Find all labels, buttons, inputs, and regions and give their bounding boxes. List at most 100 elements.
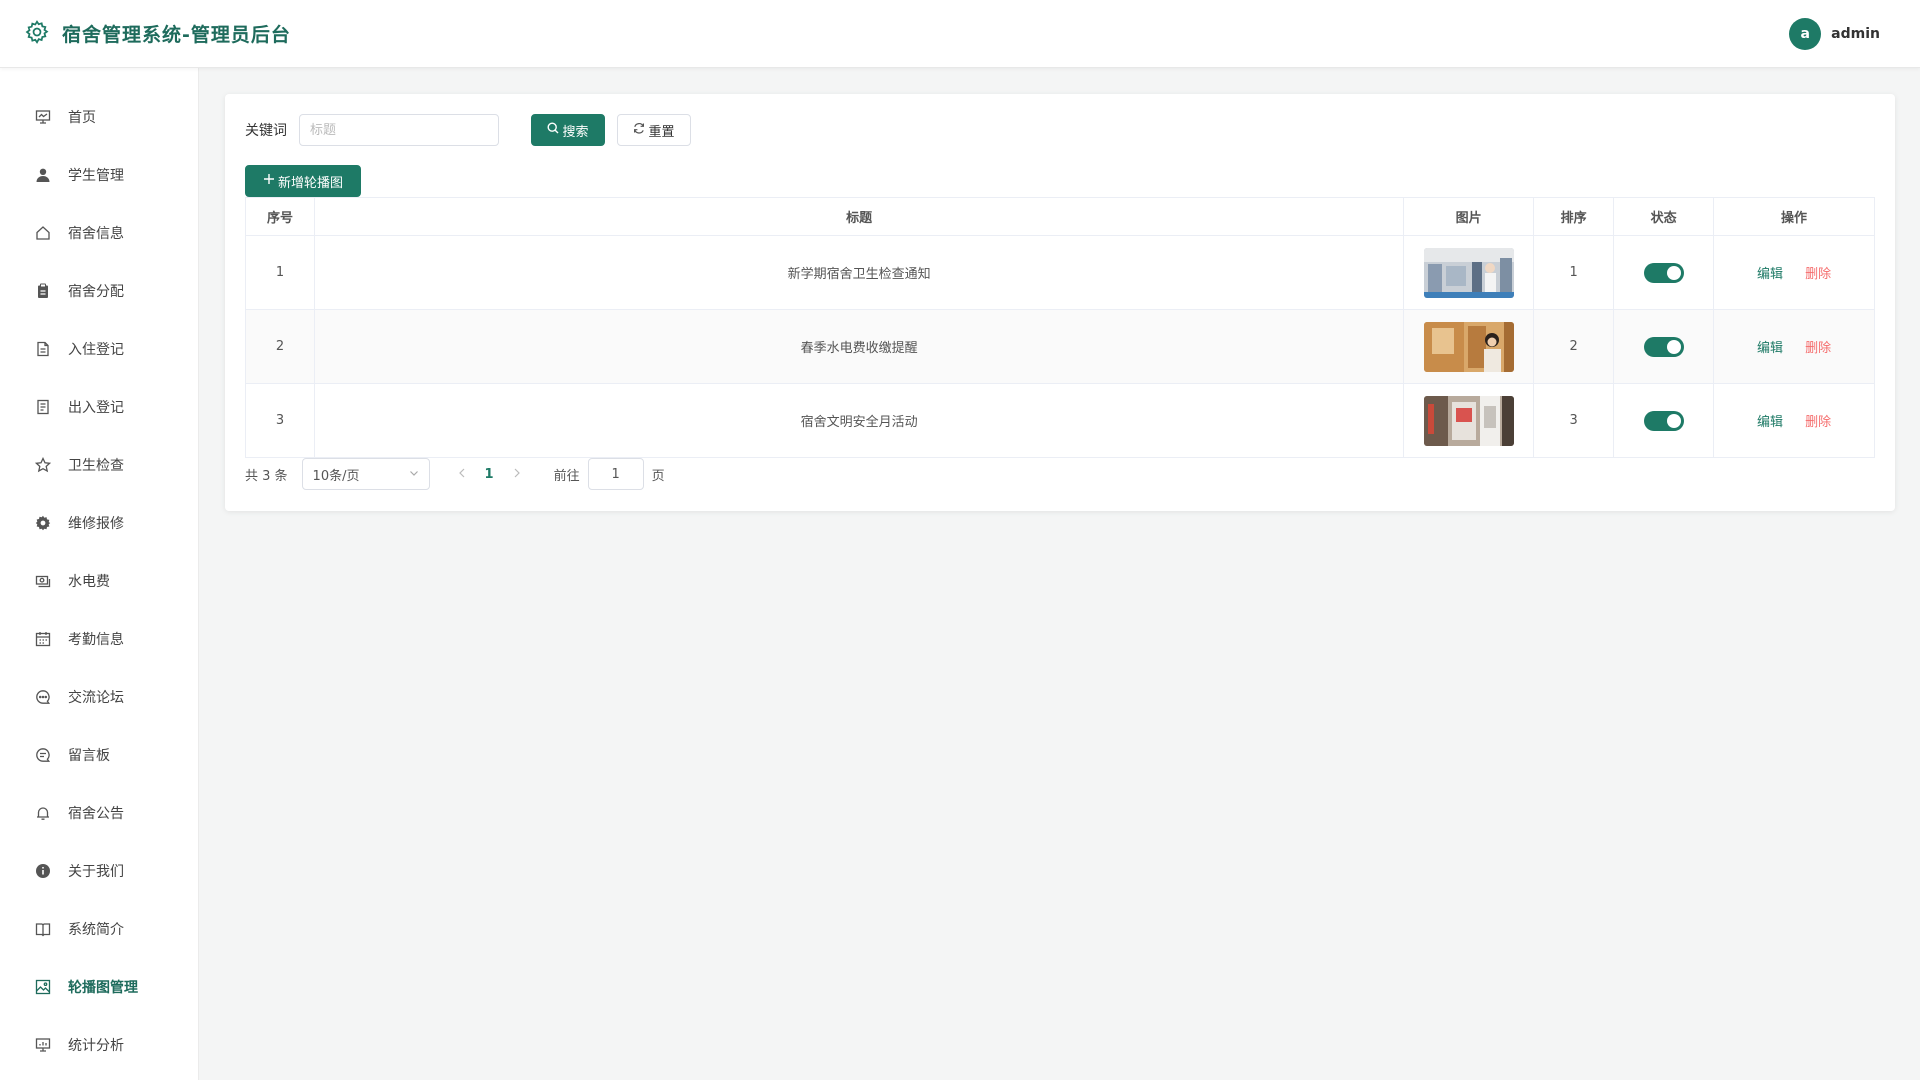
keyword-input[interactable] <box>299 114 499 146</box>
actions-cell: 编辑 删除 <box>1713 383 1875 458</box>
sidebar-item-dorm-assign[interactable]: 宿舍分配 <box>0 262 198 320</box>
search-button[interactable]: 搜索 <box>531 114 605 146</box>
column-header: 状态 <box>1613 197 1715 236</box>
toggle-knob <box>1666 339 1681 354</box>
chevron-down-icon <box>409 467 419 482</box>
sidebar-item-label: 入住登记 <box>68 342 124 358</box>
reset-button[interactable]: 重置 <box>617 114 691 146</box>
chat-icon <box>34 746 52 764</box>
status-toggle[interactable] <box>1643 262 1684 283</box>
sidebar: 首页 学生管理 宿舍信息 宿舍分配 入住登记 出入登记 卫生检查 维修报修 水电… <box>0 68 199 1080</box>
bell-icon <box>34 804 52 822</box>
goto-label: 前往 <box>553 468 580 484</box>
brand: 宿舍管理系统-管理员后台 <box>24 19 291 49</box>
column-header: 序号 <box>245 197 315 236</box>
page-number-current[interactable]: 1 <box>485 467 494 482</box>
next-page-button[interactable] <box>513 466 521 482</box>
presentation-icon <box>34 108 52 126</box>
delete-button[interactable]: 删除 <box>1805 415 1831 430</box>
status-toggle[interactable] <box>1643 410 1684 431</box>
row-sort: 2 <box>1533 309 1615 384</box>
sidebar-item-message-board[interactable]: 留言板 <box>0 726 198 784</box>
sidebar-item-label: 宿舍信息 <box>68 226 124 242</box>
sidebar-item-dorm-info[interactable]: 宿舍信息 <box>0 204 198 262</box>
sidebar-item-carousel[interactable]: 轮播图管理 <box>0 958 198 1016</box>
sidebar-item-repair[interactable]: 维修报修 <box>0 494 198 552</box>
edit-button[interactable]: 编辑 <box>1757 341 1783 356</box>
refresh-icon <box>633 122 645 138</box>
page-size-select[interactable]: 10条/页 <box>301 458 430 490</box>
image-cell <box>1403 235 1535 310</box>
sidebar-item-label: 系统简介 <box>68 922 124 938</box>
username[interactable]: admin <box>1831 26 1880 42</box>
row-index: 2 <box>245 309 315 384</box>
sidebar-item-access-log[interactable]: 出入登记 <box>0 378 198 436</box>
sidebar-item-label: 考勤信息 <box>68 632 124 648</box>
book-icon <box>34 920 52 938</box>
sidebar-item-label: 轮播图管理 <box>68 980 138 996</box>
page-suffix: 页 <box>651 468 665 484</box>
sidebar-item-about[interactable]: 关于我们 <box>0 842 198 900</box>
picture-icon <box>34 978 52 996</box>
table-row: 1 新学期宿舍卫生检查通知 1 编辑 删除 <box>245 235 1875 310</box>
carousel-thumbnail[interactable] <box>1423 395 1514 446</box>
sidebar-item-utilities[interactable]: 水电费 <box>0 552 198 610</box>
add-carousel-button[interactable]: 新增轮播图 <box>245 165 361 197</box>
carousel-thumbnail[interactable] <box>1423 321 1514 372</box>
delete-button[interactable]: 删除 <box>1805 267 1831 282</box>
sidebar-item-label: 宿舍分配 <box>68 284 124 300</box>
avatar[interactable]: a <box>1789 17 1822 50</box>
sidebar-item-label: 卫生检查 <box>68 458 124 474</box>
actions-cell: 编辑 删除 <box>1713 235 1875 310</box>
status-toggle[interactable] <box>1643 336 1684 357</box>
add-carousel-button-label: 新增轮播图 <box>277 175 343 191</box>
sidebar-item-hygiene[interactable]: 卫生检查 <box>0 436 198 494</box>
sidebar-item-label: 交流论坛 <box>68 690 124 706</box>
sidebar-item-label: 出入登记 <box>68 400 124 416</box>
row-title: 新学期宿舍卫生检查通知 <box>313 235 1405 310</box>
sidebar-item-checkin[interactable]: 入住登记 <box>0 320 198 378</box>
money-icon <box>34 572 52 590</box>
prev-page-button[interactable] <box>458 466 466 482</box>
edit-button[interactable]: 编辑 <box>1757 415 1783 430</box>
sidebar-item-label: 维修报修 <box>68 516 124 532</box>
sidebar-item-forum[interactable]: 交流论坛 <box>0 668 198 726</box>
carousel-management-card: 关键词 搜索 重置 新增轮播图 序号 标题 图片 排序 状态 操作 <box>225 94 1895 511</box>
toggle-knob <box>1666 413 1681 428</box>
table-header-row: 序号 标题 图片 排序 状态 操作 <box>245 197 1875 236</box>
goto-page-input[interactable] <box>587 458 644 490</box>
top-header: 宿舍管理系统-管理员后台 a admin <box>0 0 1920 68</box>
delete-button[interactable]: 删除 <box>1805 341 1831 356</box>
document-icon <box>34 340 52 358</box>
sidebar-item-attendance[interactable]: 考勤信息 <box>0 610 198 668</box>
search-bar: 关键词 搜索 重置 <box>245 114 691 146</box>
toggle-knob <box>1666 265 1681 280</box>
sidebar-item-announcements[interactable]: 宿舍公告 <box>0 784 198 842</box>
status-cell <box>1613 235 1715 310</box>
row-sort: 3 <box>1533 383 1615 458</box>
user-menu[interactable]: a admin <box>1789 17 1880 50</box>
table-row: 2 春季水电费收缴提醒 2 编辑 删除 <box>245 309 1875 384</box>
sidebar-item-system-intro[interactable]: 系统简介 <box>0 900 198 958</box>
actions-cell: 编辑 删除 <box>1713 309 1875 384</box>
sidebar-item-students[interactable]: 学生管理 <box>0 146 198 204</box>
column-header: 操作 <box>1713 197 1875 236</box>
star-icon <box>34 456 52 474</box>
tickets-icon <box>34 398 52 416</box>
search-button-label: 搜索 <box>562 124 589 140</box>
pagination: 共 3 条 10条/页 1 前往 页 <box>245 458 665 490</box>
search-icon <box>547 122 559 138</box>
carousel-thumbnail[interactable] <box>1423 247 1514 298</box>
table-row: 3 宿舍文明安全月活动 3 编辑 删除 <box>245 383 1875 458</box>
chat-dots-icon <box>34 688 52 706</box>
edit-button[interactable]: 编辑 <box>1757 267 1783 282</box>
sidebar-item-home[interactable]: 首页 <box>0 88 198 146</box>
page-size-value: 10条/页 <box>312 468 360 484</box>
row-index: 1 <box>245 235 315 310</box>
column-header: 图片 <box>1403 197 1535 236</box>
info-icon <box>34 862 52 880</box>
home-icon <box>34 224 52 242</box>
total-count: 共 3 条 <box>245 468 288 484</box>
sidebar-item-statistics[interactable]: 统计分析 <box>0 1016 198 1074</box>
row-sort: 1 <box>1533 235 1615 310</box>
